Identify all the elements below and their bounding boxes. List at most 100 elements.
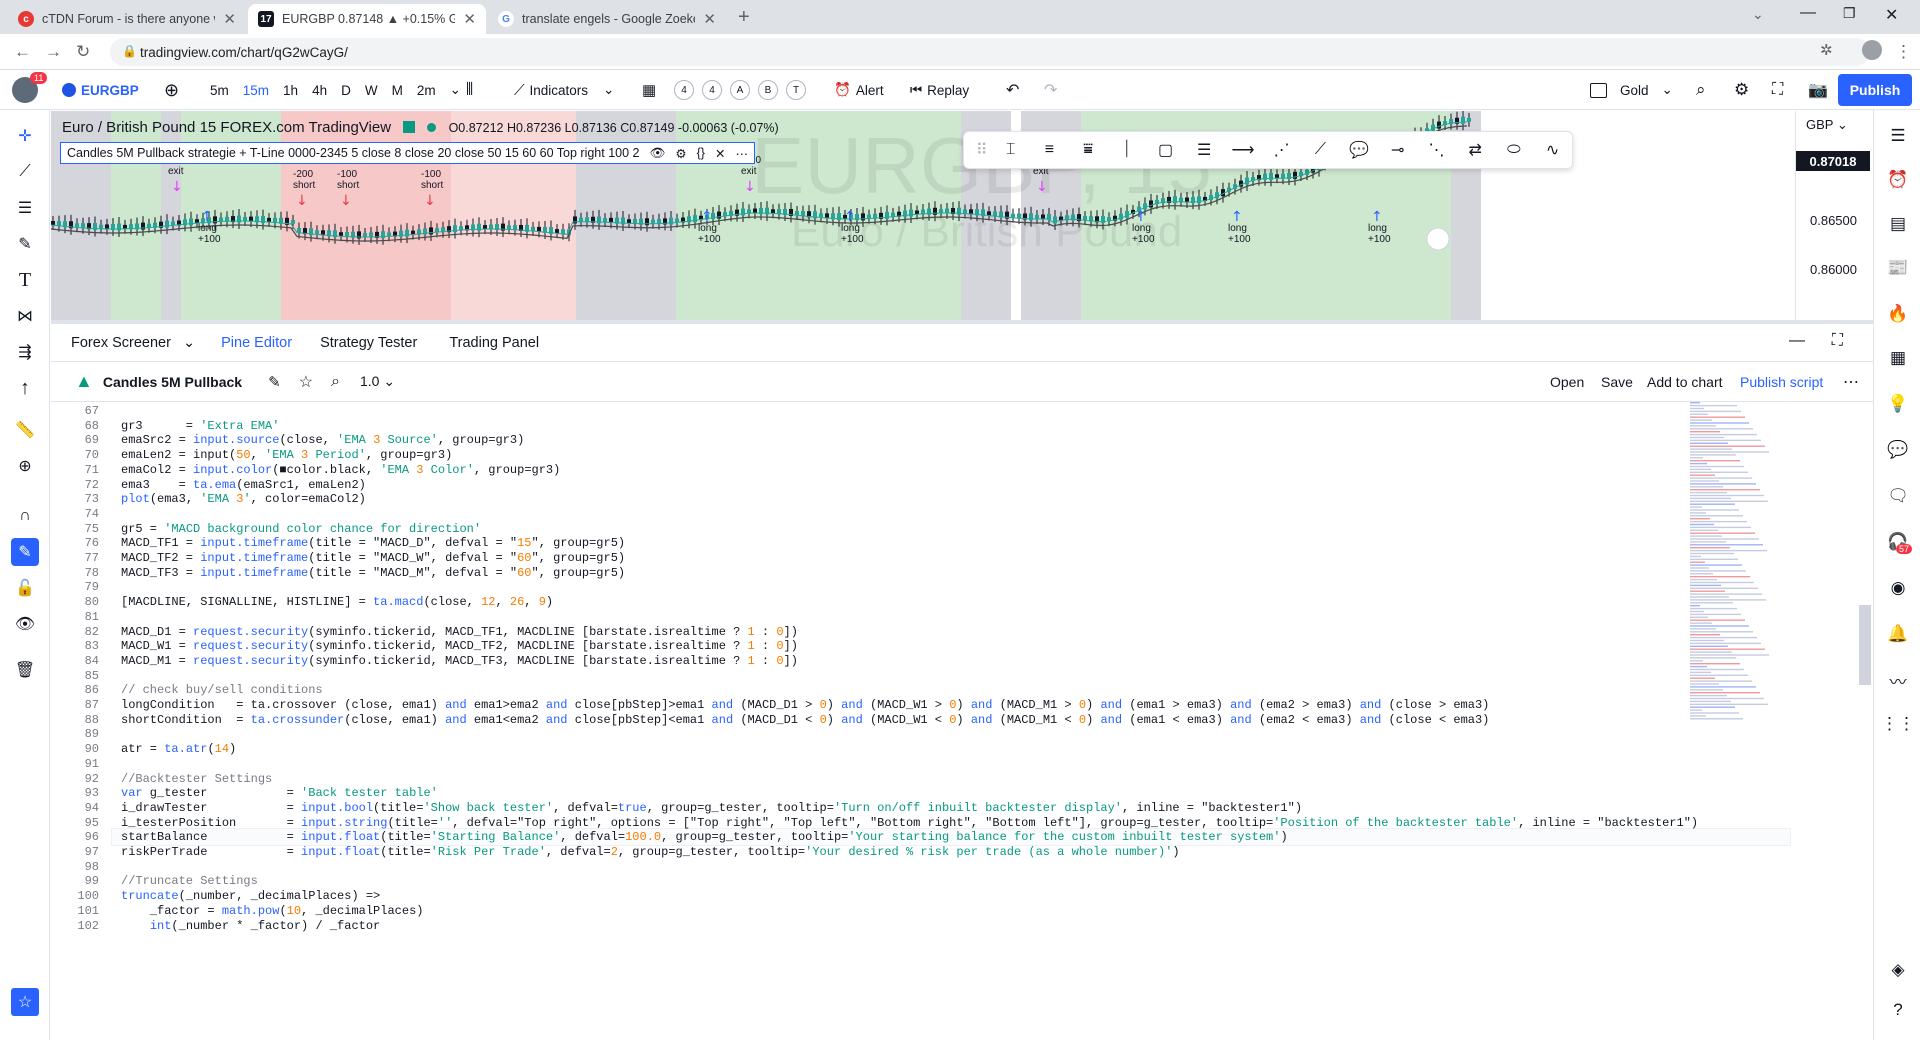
symbol-search[interactable]: EURGBP [62, 70, 139, 110]
ellipse-icon[interactable]: ⬭ [1495, 141, 1534, 159]
pattern-icon[interactable]: ⋈ [11, 302, 39, 330]
interval-15m[interactable]: 15m [243, 83, 269, 98]
undo-icon[interactable]: ↶ [1006, 70, 1019, 110]
code-line[interactable]: truncate(_number, _decimalPlaces) => [121, 889, 380, 903]
publish-button[interactable]: Publish [1838, 74, 1912, 106]
code-line[interactable]: startBalance = input.float(title='Starti… [121, 830, 1288, 844]
browser-tab-active[interactable]: 17 EURGBP 0.87148 ▲ +0.15% Gold ✕ [248, 4, 486, 34]
close-icon[interactable]: ✕ [703, 10, 716, 28]
window-close-button[interactable]: ✕ [1885, 5, 1898, 25]
source-code-icon[interactable]: {} [697, 146, 705, 160]
rename-pencil-icon[interactable]: ✎ [268, 373, 281, 391]
code-line[interactable]: i_drawTester = input.bool(title='Show ba… [121, 801, 1302, 815]
minimize-panel-icon[interactable]: — [1789, 332, 1805, 350]
minimize-button[interactable]: — [1800, 4, 1816, 22]
parallel-channel-icon[interactable]: ≡ [1030, 141, 1069, 159]
menu-icon[interactable]: ⋮ [1895, 42, 1912, 62]
tab-pine-editor[interactable]: Pine Editor [221, 335, 292, 351]
compare-add-icon[interactable]: ⊕ [164, 70, 179, 110]
layout-select[interactable]: Gold ⌄ [1590, 70, 1673, 110]
forecast-icon[interactable]: ⇶ [11, 338, 39, 366]
maximize-button[interactable]: ❐ [1843, 5, 1856, 22]
stay-drawing-icon[interactable]: ✎ [11, 538, 39, 566]
cursor-line-icon[interactable]: ⌶ [991, 141, 1030, 159]
profile-avatar[interactable] [1862, 40, 1882, 60]
zoom-icon[interactable]: ⊕ [11, 452, 39, 480]
study-legend[interactable]: Candles 5M Pullback strategie + T-Line 0… [60, 142, 755, 164]
editor-scrollbar[interactable] [1859, 605, 1871, 685]
notifications-bell-icon[interactable]: 🔔 [1884, 620, 1912, 648]
tab-forex-screener[interactable]: Forex Screener ⌄ [71, 335, 195, 351]
interval-1h[interactable]: 1h [283, 83, 298, 98]
polyline-icon[interactable]: ⋱ [1417, 140, 1456, 160]
gear-icon[interactable]: ⚙ [675, 146, 686, 161]
replay-button[interactable]: ⏮ Replay [910, 70, 969, 110]
new-tab-button[interactable]: + [738, 6, 750, 29]
layout-4-b[interactable]: 4 [702, 80, 722, 100]
chevron-down-icon[interactable]: ⌄ [450, 82, 461, 98]
hotlist-icon[interactable]: 🔥 [1884, 300, 1912, 328]
browser-tab[interactable]: c cTDN Forum - is there anyone wi ✕ [8, 4, 246, 34]
code-line[interactable]: MACD_M1 = request.security(syminfo.ticke… [121, 654, 798, 668]
browser-tab[interactable]: G translate engels - Google Zoeken ✕ [488, 4, 726, 34]
code-line[interactable]: _factor = math.pow(10, _decimalPlaces) [121, 904, 424, 918]
save-button[interactable]: Save [1601, 374, 1633, 390]
redo-icon[interactable]: ↷ [1044, 70, 1057, 110]
brush-icon[interactable]: ✎ [11, 230, 39, 258]
watchlist-icon[interactable]: ☰ [1884, 122, 1912, 150]
drag-handle-icon[interactable]: ⠿ [972, 140, 991, 160]
trash-icon[interactable]: 🗑 [11, 656, 39, 684]
alerts-clock-icon[interactable]: ⏰ [1884, 166, 1912, 194]
reload-icon[interactable]: ↻ [76, 42, 90, 62]
measure-icon[interactable]: ⇄ [1456, 140, 1495, 160]
code-line[interactable]: plot(ema3, 'EMA 3', color=emaCol2) [121, 492, 366, 506]
code-line[interactable]: gr5 = 'MACD background color chance for … [121, 522, 481, 536]
code-line[interactable]: MACD_W1 = request.security(syminfo.ticke… [121, 639, 798, 653]
code-line[interactable]: emaCol2 = input.color(■color.black, 'EMA… [121, 463, 560, 477]
layers-icon[interactable]: ◈ [1884, 956, 1912, 984]
url-field[interactable]: 🔒 tradingview.com/chart/qG2wCayG/ [110, 38, 1870, 66]
rectangle-icon[interactable]: ▢ [1146, 140, 1185, 160]
arrow-up-icon[interactable]: ↑ [11, 374, 39, 402]
dom-icon[interactable]: ⋮⋮ [1881, 710, 1915, 738]
messages-icon[interactable]: 🗨 [1884, 482, 1912, 510]
currency-label[interactable]: GBP ⌄ [1806, 117, 1848, 133]
layout-4-a[interactable]: 4 [674, 80, 694, 100]
code-line[interactable]: shortCondition = ta.crossunder(close, em… [121, 713, 1489, 727]
alert-button[interactable]: ⏰ Alert [834, 70, 884, 110]
trading-icon[interactable]: 〰 [1884, 666, 1912, 694]
layout-b[interactable]: B [758, 80, 778, 100]
interval-m[interactable]: M [392, 83, 403, 98]
code-line[interactable]: emaLen2 = input(50, 'EMA 3 Period', grou… [121, 448, 452, 462]
fullscreen-icon[interactable]: ⛶ [1772, 70, 1783, 110]
script-name[interactable]: Candles 5M Pullback [103, 374, 242, 390]
more-icon[interactable]: ⋯ [1843, 372, 1859, 392]
horizontal-ray-icon[interactable]: ⟶ [1224, 140, 1263, 160]
trendline-icon[interactable]: ⟋ [11, 158, 39, 186]
interval-d[interactable]: D [341, 83, 351, 98]
add-to-chart-button[interactable]: Add to chart [1647, 374, 1723, 390]
code-line[interactable]: int(_number * _factor) / _factor [121, 919, 380, 933]
code-line[interactable]: [MACDLINE, SIGNALLINE, HISTLINE] = ta.ma… [121, 595, 553, 609]
lock-icon[interactable]: 🔓 [11, 574, 39, 602]
search-icon[interactable]: ⌕ [1696, 70, 1706, 110]
version-select[interactable]: 1.0 ⌄ [360, 373, 395, 390]
code-line[interactable]: gr3 = 'Extra EMA' [121, 419, 279, 433]
star-icon[interactable]: ☆ [299, 372, 313, 392]
layout-t[interactable]: T [786, 80, 806, 100]
text-icon[interactable]: T [11, 266, 39, 294]
ruler-icon[interactable]: 📏 [11, 416, 39, 444]
forward-icon[interactable]: → [45, 42, 62, 62]
puzzle-icon[interactable]: ✲ [1820, 41, 1833, 59]
code-line[interactable]: MACD_TF2 = input.timeframe(title = "MACD… [121, 551, 625, 565]
eye-icon[interactable]: 👁 [650, 146, 666, 161]
back-icon[interactable]: ← [14, 42, 31, 62]
broadcast-icon[interactable]: ◉ [1884, 574, 1912, 602]
publish-script-button[interactable]: Publish script [1740, 374, 1823, 390]
code-line[interactable]: MACD_D1 = request.security(syminfo.ticke… [121, 625, 798, 639]
fib-levels-icon[interactable]: ☰ [1185, 140, 1224, 160]
code-line[interactable]: //Backtester Settings [121, 772, 272, 786]
camera-icon[interactable]: 📷 [1808, 70, 1828, 110]
callout-icon[interactable]: 💬 [1340, 140, 1379, 160]
crosshair-icon[interactable]: ✛ [11, 122, 39, 150]
